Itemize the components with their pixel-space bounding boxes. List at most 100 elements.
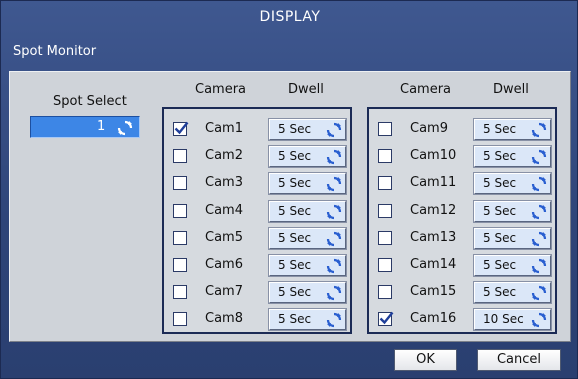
camera-checkbox[interactable]: [173, 230, 187, 245]
camera-checkbox[interactable]: [173, 176, 187, 191]
camera-label: Cam10: [410, 148, 457, 164]
dialog-title: DISPLAY: [259, 9, 321, 25]
camera-header-right: Camera: [400, 82, 452, 97]
camera-row: Cam16 10 Sec: [369, 306, 555, 334]
camera-header-left: Camera: [195, 82, 247, 97]
dwell-value: 5 Sec: [278, 285, 312, 300]
dwell-spinner-icon[interactable]: [326, 231, 342, 247]
spot-select-field[interactable]: 1: [30, 116, 140, 138]
camera-checkbox[interactable]: [378, 285, 392, 300]
dwell-spinner-icon[interactable]: [531, 258, 547, 274]
dwell-value: 5 Sec: [483, 203, 517, 218]
camera-row: Cam3 5 Sec: [164, 170, 350, 198]
camera-checkbox[interactable]: [378, 203, 392, 218]
dwell-spinner-icon[interactable]: [531, 149, 547, 165]
camera-checkbox[interactable]: [378, 312, 394, 327]
dwell-value: 5 Sec: [483, 230, 517, 245]
dwell-spinner-icon[interactable]: [326, 122, 342, 138]
camera-row: Cam7 5 Sec: [164, 279, 350, 307]
dwell-spinbox[interactable]: 5 Sec: [268, 199, 347, 223]
dwell-spinbox[interactable]: 5 Sec: [473, 226, 552, 250]
camera-checkbox[interactable]: [173, 312, 187, 327]
camera-row: Cam6 5 Sec: [164, 252, 350, 280]
camera-label: Cam11: [410, 175, 457, 191]
dwell-value: 5 Sec: [483, 122, 517, 136]
dwell-spinner-icon[interactable]: [531, 204, 547, 220]
dwell-spinner-icon[interactable]: [326, 312, 342, 328]
camera-row: Cam13 5 Sec: [369, 225, 555, 253]
dwell-spinner-icon[interactable]: [531, 312, 547, 328]
settings-panel: Spot Select 1 Camera Dwell Camera Dwell …: [9, 71, 571, 342]
dwell-spinner-icon[interactable]: [326, 204, 342, 220]
camera-label: Cam6: [205, 257, 243, 272]
dwell-value: 10 Sec: [483, 312, 524, 327]
dwell-spinbox[interactable]: 5 Sec: [473, 254, 552, 277]
camera-label: Cam15: [410, 284, 457, 300]
camera-row: Cam15 5 Sec: [369, 279, 555, 307]
dwell-spinbox[interactable]: 5 Sec: [473, 118, 552, 141]
camera-checkbox[interactable]: [378, 230, 392, 245]
dwell-value: 5 Sec: [483, 176, 517, 191]
dwell-value: 5 Sec: [278, 258, 312, 272]
checkmark-icon: [379, 312, 394, 325]
camera-checkbox[interactable]: [173, 258, 187, 272]
dwell-spinbox[interactable]: 5 Sec: [473, 199, 552, 223]
dwell-spinner-icon[interactable]: [326, 149, 342, 165]
ok-button[interactable]: OK: [394, 349, 457, 371]
camera-checkbox[interactable]: [378, 258, 392, 272]
dwell-spinbox[interactable]: 5 Sec: [268, 172, 347, 196]
dwell-value: 5 Sec: [483, 149, 517, 164]
dwell-spinbox[interactable]: 5 Sec: [473, 145, 552, 169]
dwell-spinbox[interactable]: 5 Sec: [268, 226, 347, 250]
spot-select-spinner-icon[interactable]: [117, 120, 133, 136]
dwell-spinbox[interactable]: 5 Sec: [268, 254, 347, 277]
camera-row: Cam9 5 Sec: [369, 116, 555, 144]
dwell-spinner-icon[interactable]: [531, 285, 547, 301]
dwell-spinbox[interactable]: 5 Sec: [473, 281, 552, 305]
dwell-header-right: Dwell: [493, 82, 529, 97]
dwell-value: 5 Sec: [278, 176, 312, 191]
dwell-header-left: Dwell: [288, 82, 324, 97]
dwell-spinner-icon[interactable]: [531, 176, 547, 192]
section-title: Spot Monitor: [13, 44, 97, 59]
camera-checkbox[interactable]: [378, 149, 392, 164]
camera-group-left: Cam1 5 Sec Cam2 5 Sec Cam3 5 Sec Cam4 5 Sec Cam5…: [162, 107, 352, 334]
camera-checkbox[interactable]: [173, 149, 187, 164]
display-dialog: DISPLAY Spot Monitor Spot Select 1 Camer…: [0, 0, 578, 379]
camera-label: Cam2: [205, 148, 243, 164]
dwell-value: 5 Sec: [278, 149, 312, 164]
camera-checkbox[interactable]: [378, 176, 392, 191]
dwell-spinner-icon[interactable]: [326, 285, 342, 301]
dwell-spinbox[interactable]: 5 Sec: [473, 172, 552, 196]
camera-row: Cam5 5 Sec: [164, 225, 350, 253]
dwell-spinner-icon[interactable]: [531, 122, 547, 138]
camera-checkbox[interactable]: [173, 203, 187, 218]
dwell-value: 5 Sec: [278, 312, 312, 327]
dwell-spinbox[interactable]: 5 Sec: [268, 308, 347, 332]
dwell-value: 5 Sec: [483, 258, 517, 272]
cancel-button[interactable]: Cancel: [477, 349, 561, 371]
camera-label: Cam3: [205, 175, 243, 191]
dwell-spinbox[interactable]: 5 Sec: [268, 281, 347, 305]
checkmark-icon: [174, 121, 189, 135]
camera-checkbox[interactable]: [173, 121, 189, 136]
spot-select-value: 1: [97, 119, 106, 134]
camera-label: Cam14: [410, 257, 457, 272]
dwell-spinner-icon[interactable]: [531, 231, 547, 247]
camera-label: Cam5: [205, 229, 243, 245]
dwell-spinner-icon[interactable]: [326, 176, 342, 192]
dwell-spinbox[interactable]: 5 Sec: [268, 118, 347, 141]
camera-label: Cam13: [410, 229, 457, 245]
dwell-value: 5 Sec: [278, 122, 312, 136]
dwell-spinbox[interactable]: 10 Sec: [473, 308, 552, 332]
camera-row: Cam10 5 Sec: [369, 143, 555, 171]
dwell-spinner-icon[interactable]: [326, 258, 342, 274]
camera-checkbox[interactable]: [173, 285, 187, 300]
camera-row: Cam4 5 Sec: [164, 198, 350, 226]
camera-label: Cam1: [205, 121, 243, 136]
camera-checkbox[interactable]: [378, 122, 392, 136]
spot-select-label: Spot Select: [53, 94, 127, 109]
camera-label: Cam9: [410, 121, 448, 136]
camera-group-right: Cam9 5 Sec Cam10 5 Sec Cam11 5 Sec Cam12 5 Sec C…: [367, 107, 557, 334]
dwell-spinbox[interactable]: 5 Sec: [268, 145, 347, 169]
